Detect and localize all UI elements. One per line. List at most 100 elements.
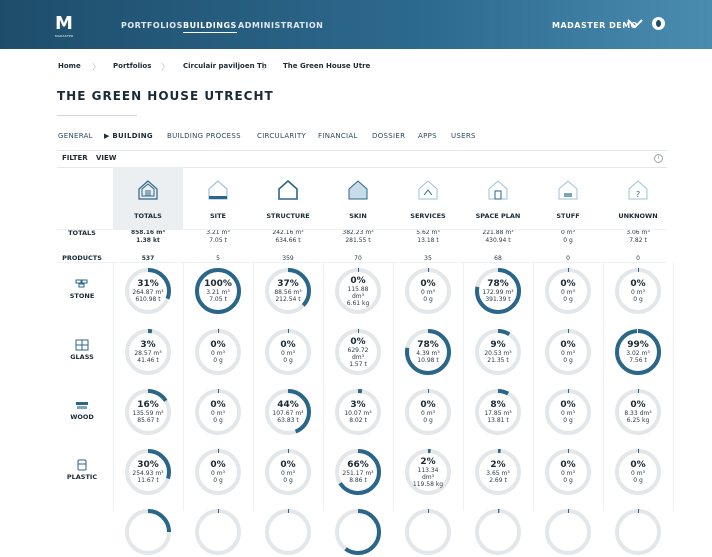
tab-circularity[interactable]: CIRCULARITY [257, 132, 306, 140]
material-share-donut[interactable]: 100% 3.21 m³ 7.05 t [193, 266, 243, 316]
tab-building-process[interactable]: BUILDING PROCESS [167, 132, 241, 140]
madaster-logo[interactable]: M MADASTER [55, 14, 79, 39]
material-share-donut[interactable]: 0% 0 m³ 0 g [613, 266, 663, 316]
material-share-donut-partial[interactable] [123, 507, 173, 557]
material-share-donut[interactable]: 0% 0 m³ 0 g [263, 447, 313, 497]
tab-general[interactable]: GENERAL [58, 132, 93, 140]
material-label-glass[interactable]: GLASS [57, 339, 107, 361]
house-unknown-icon[interactable]: ? [603, 178, 673, 202]
column-header-space-plan[interactable]: SPACE PLAN [463, 212, 533, 220]
material-share-donut[interactable]: 37% 88.56 m³ 212.54 t [263, 266, 313, 316]
material-share-donut[interactable]: 66% 251.17 m³ 8.86 t [333, 447, 383, 497]
column-header-unknown[interactable]: UNKNOWN [603, 212, 673, 220]
material-share-donut[interactable]: 30% 254.93 m³ 11.67 t [123, 447, 173, 497]
view-button[interactable]: VIEW [96, 154, 117, 162]
house-stuff-icon[interactable] [533, 178, 603, 202]
house-services-icon[interactable] [393, 178, 463, 202]
filter-button[interactable]: FILTER [62, 154, 88, 162]
percentage-value: 78% [417, 340, 439, 350]
material-share-donut[interactable]: 0% 115.88 dm³ 6.61 kg [333, 266, 383, 316]
column-header-services[interactable]: SERVICES [393, 212, 463, 220]
donut-label: 0% 0 m³ 0 g [193, 387, 243, 437]
nav-administration[interactable]: ADMINISTRATION [238, 21, 323, 30]
material-share-donut[interactable]: 9% 20.53 m³ 21.35 t [473, 327, 523, 377]
totals-volume: 3.06 m³ [626, 229, 650, 236]
material-share-donut[interactable]: 44% 107.67 m³ 63.83 t [263, 387, 313, 437]
column-header-skin[interactable]: SKIN [323, 212, 393, 220]
row-divider [57, 262, 667, 263]
house-totals-icon[interactable] [113, 178, 183, 202]
user-avatar-icon[interactable] [652, 17, 665, 30]
breadcrumb-home[interactable]: Home [58, 62, 81, 70]
material-label-plastic[interactable]: PLASTIC [57, 459, 107, 481]
donut-label: 37% 88.56 m³ 212.54 t [263, 266, 313, 316]
tab-dossier[interactable]: DOSSIER [372, 132, 405, 140]
house-skin-icon[interactable] [323, 178, 393, 202]
totals-mass: 634.66 t [275, 237, 301, 244]
quantity-value: 28.57 m³ [134, 350, 162, 357]
quantity-value: 7.05 t [209, 296, 227, 303]
material-share-donut[interactable]: 0% 0 m³ 0 g [193, 447, 243, 497]
tab-users[interactable]: USERS [451, 132, 476, 140]
breadcrumb-project[interactable]: Circulair paviljoen Th [183, 62, 267, 70]
info-icon[interactable]: i [654, 154, 663, 163]
nav-buildings[interactable]: BUILDINGS [183, 21, 237, 33]
material-share-donut[interactable]: 0% 0 m³ 0 g [193, 327, 243, 377]
material-share-donut[interactable]: 78% 172.99 m³ 391.39 t [473, 266, 523, 316]
quantity-value: dm³ [421, 473, 435, 481]
material-share-donut[interactable]: 0% 0 m³ 0 g [543, 327, 593, 377]
material-share-donut-partial[interactable] [613, 507, 663, 557]
material-share-donut-partial[interactable] [473, 507, 523, 557]
material-share-donut-partial[interactable] [193, 507, 243, 557]
quantity-value: 3.65 m³ [486, 470, 510, 477]
material-share-donut[interactable]: 0% 0 m³ 0 g [403, 387, 453, 437]
material-share-donut[interactable]: 0% 0 m³ 0 g [543, 266, 593, 316]
quantity-value: 0 g [213, 477, 223, 484]
nav-portfolios[interactable]: PORTFOLIOS [121, 21, 183, 30]
material-label-stone[interactable]: STONE [57, 278, 107, 300]
material-share-donut[interactable]: 0% 0 m³ 0 g [543, 447, 593, 497]
tab-building[interactable]: ▶ BUILDING [104, 132, 153, 140]
house-structure-icon[interactable] [253, 178, 323, 202]
percentage-value: 0% [560, 279, 576, 289]
material-share-donut[interactable]: 8% 17.85 m³ 13.81 t [473, 387, 523, 437]
column-header-structure[interactable]: STRUCTURE [253, 212, 323, 220]
material-share-donut[interactable]: 0% 0 m³ 0 g [403, 266, 453, 316]
quantity-value: 0 g [283, 357, 293, 364]
material-share-donut[interactable]: 0% 0 m³ 0 g [613, 447, 663, 497]
material-label-wood[interactable]: WOOD [57, 399, 107, 421]
percentage-value: 0% [560, 460, 576, 470]
material-share-donut[interactable]: 2% 3.65 m³ 2.69 t [473, 447, 523, 497]
products-count: 0 [636, 255, 640, 262]
donut-label: 3% 10.07 m³ 8.02 t [333, 387, 383, 437]
breadcrumb-portfolios[interactable]: Portfolios [113, 62, 151, 70]
chevron-down-icon[interactable] [626, 16, 644, 30]
donut-label: 78% 172.99 m³ 391.39 t [473, 266, 523, 316]
tab-apps[interactable]: APPS [418, 132, 437, 140]
material-share-donut[interactable]: 99% 3.02 m³ 7.56 t [613, 327, 663, 377]
material-share-donut[interactable]: 3% 10.07 m³ 8.02 t [333, 387, 383, 437]
material-share-donut[interactable]: 16% 135.59 m³ 85.67 t [123, 387, 173, 437]
house-space-plan-icon[interactable] [463, 178, 533, 202]
material-share-donut[interactable]: 0% 629.72 dm³ 1.57 t [333, 327, 383, 377]
material-share-donut[interactable]: 0% 8.33 dm³ 6.25 kg [613, 387, 663, 437]
material-share-donut[interactable]: 0% 0 m³ 0 g [543, 387, 593, 437]
column-header-totals[interactable]: TOTALS [113, 212, 183, 220]
material-share-donut[interactable]: 2% 113.34 dm³ 119.58 kg [403, 447, 453, 497]
material-share-donut-partial[interactable] [263, 507, 313, 557]
material-share-donut[interactable]: 0% 0 m³ 0 g [193, 387, 243, 437]
column-divider [183, 262, 184, 511]
material-share-donut-partial[interactable] [543, 507, 593, 557]
material-share-donut[interactable]: 0% 0 m³ 0 g [263, 327, 313, 377]
house-site-icon[interactable] [183, 178, 253, 202]
tab-financial[interactable]: FINANCIAL [318, 132, 358, 140]
material-share-donut[interactable]: 78% 4.39 m³ 10.98 t [403, 327, 453, 377]
material-share-donut-partial[interactable] [403, 507, 453, 557]
donut-label: 0% 0 m³ 0 g [543, 266, 593, 316]
material-share-donut[interactable]: 31% 264.87 m³ 610.98 t [123, 266, 173, 316]
material-share-donut-partial[interactable] [333, 507, 383, 557]
column-header-site[interactable]: SITE [183, 212, 253, 220]
ring-track [265, 509, 311, 555]
column-header-stuff[interactable]: STUFF [533, 212, 603, 220]
material-share-donut[interactable]: 3% 28.57 m³ 41.46 t [123, 327, 173, 377]
